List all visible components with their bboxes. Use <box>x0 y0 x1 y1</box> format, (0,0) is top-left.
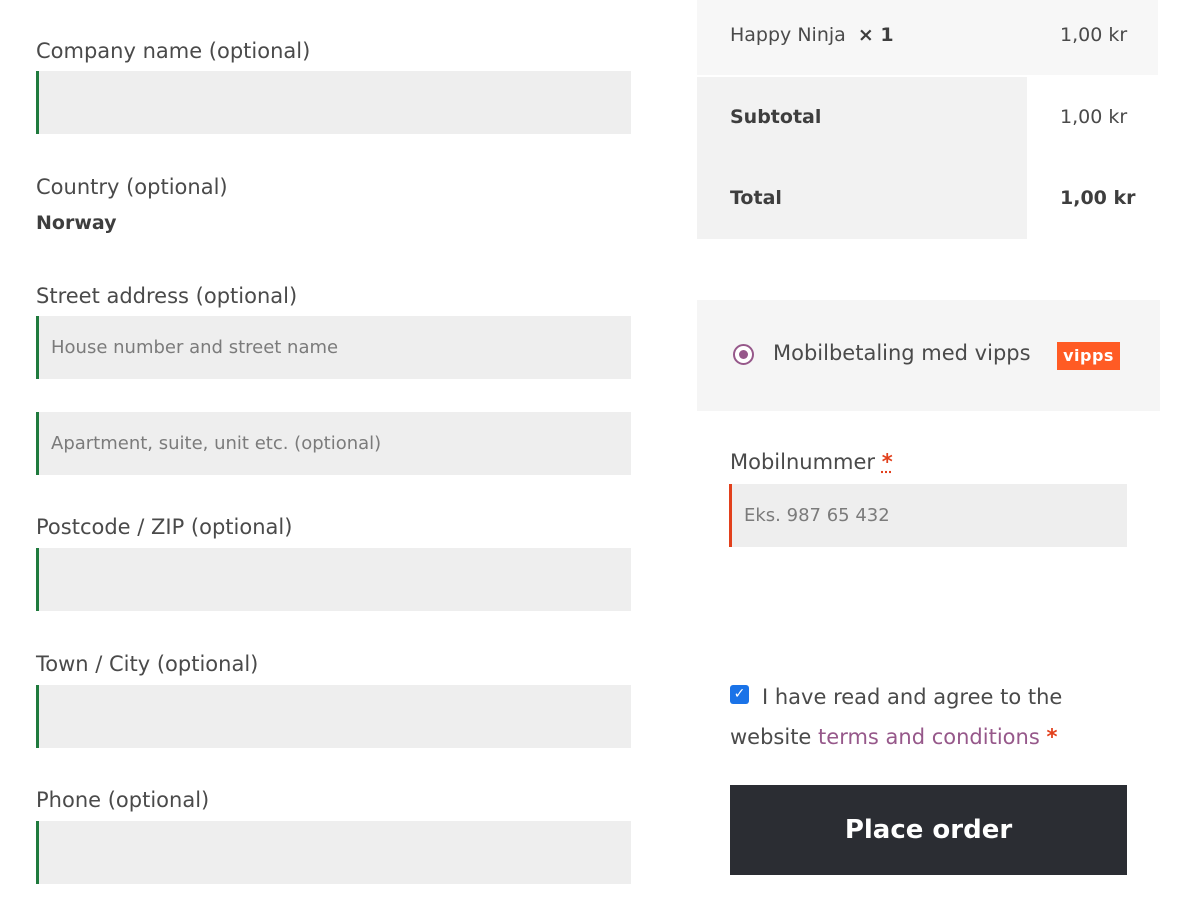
checkout-page: Company name (optional) Country (optiona… <box>0 0 1200 900</box>
postcode-input[interactable] <box>36 548 631 611</box>
place-order-button[interactable]: Place order <box>730 785 1127 875</box>
subtotal-value: 1,00 kr <box>1060 106 1128 128</box>
postcode-label: Postcode / ZIP (optional) <box>36 515 293 539</box>
phone-label: Phone (optional) <box>36 788 210 812</box>
country-value: Norway <box>36 212 117 234</box>
totals-box <box>697 77 1027 239</box>
mobile-number-label-text: Mobilnummer <box>730 450 876 474</box>
vipps-logo: vipps <box>1057 342 1120 370</box>
total-label: Total <box>730 187 782 209</box>
required-asterisk: * <box>881 450 893 474</box>
street-address-line1-input[interactable] <box>36 316 631 379</box>
order-item-name: Happy Ninja × 1 <box>730 24 894 46</box>
product-name: Happy Ninja <box>730 24 846 46</box>
city-label: Town / City (optional) <box>36 652 259 676</box>
subtotal-label: Subtotal <box>730 106 822 128</box>
street-address-label: Street address (optional) <box>36 284 298 308</box>
mobile-number-input[interactable] <box>729 484 1127 547</box>
terms-and-conditions-link[interactable]: terms and conditions <box>818 725 1040 749</box>
terms-text: I have read and agree to the website ter… <box>730 677 1110 757</box>
vipps-radio-button[interactable] <box>733 344 754 365</box>
product-quantity: × 1 <box>857 24 894 46</box>
terms-required-asterisk: * <box>1046 725 1058 749</box>
phone-input[interactable] <box>36 821 631 884</box>
company-name-label: Company name (optional) <box>36 39 311 63</box>
country-label: Country (optional) <box>36 175 228 199</box>
order-item-price: 1,00 kr <box>1060 24 1128 46</box>
mobile-number-label: Mobilnummer * <box>730 450 893 474</box>
company-name-input[interactable] <box>36 71 631 134</box>
payment-method-label[interactable]: Mobilbetaling med vipps <box>773 341 1031 365</box>
city-input[interactable] <box>36 685 631 748</box>
street-address-line2-input[interactable] <box>36 412 631 475</box>
total-value: 1,00 kr <box>1060 187 1136 209</box>
